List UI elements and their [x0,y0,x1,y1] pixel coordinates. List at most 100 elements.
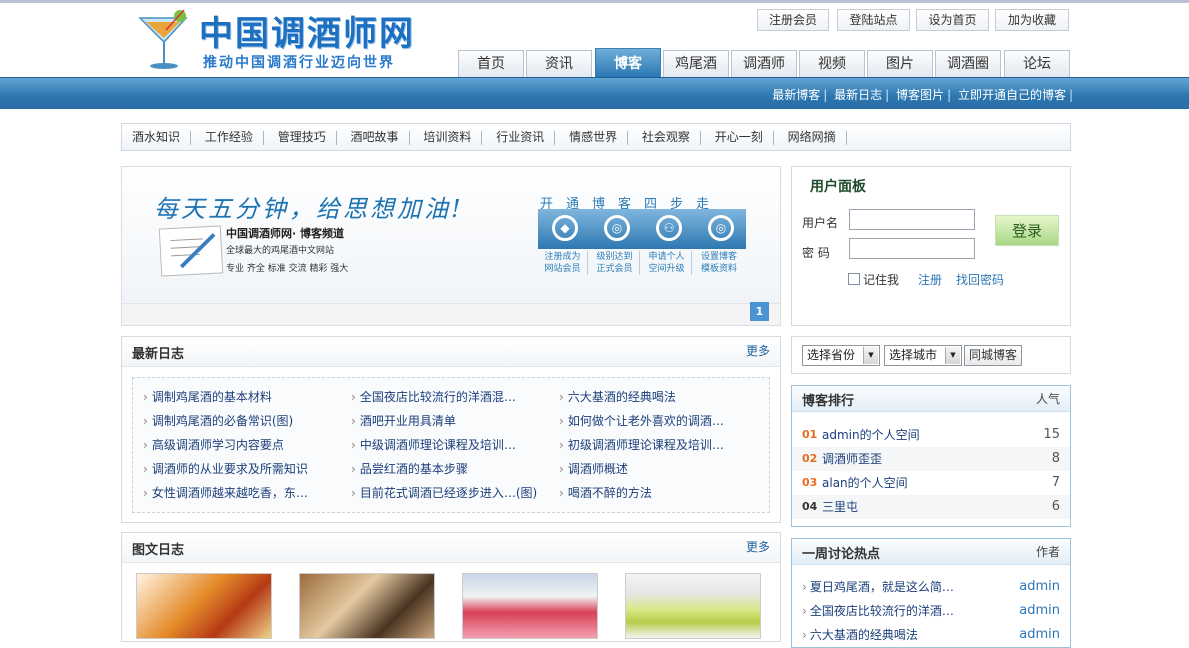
rank-name[interactable]: 调酒师歪歪 [822,447,882,471]
weekly-hot-panel: 一周讨论热点 作者 夏日鸡尾酒，就是这么简… admin 全国夜店比较流行的洋酒… [791,538,1071,648]
apply-step-icon: ⚇ [656,215,682,241]
rank-number: 02 [802,452,818,465]
remember-me[interactable]: 记住我 [848,271,899,288]
login-site-link[interactable]: 登陆站点 [837,9,910,31]
hot-author[interactable]: admin [1019,623,1060,647]
sublink-latest-blogs[interactable]: 最新博客 [769,86,823,103]
photo-thumbnail[interactable] [625,573,761,639]
hot-author[interactable]: admin [1019,599,1060,623]
remember-label: 记住我 [863,273,900,287]
add-favorite-link[interactable]: 加为收藏 [995,9,1069,31]
paper-pen-icon [158,225,224,277]
category-item[interactable]: 酒吧故事 [341,124,409,150]
rank-value: 8 [1051,451,1060,466]
remember-checkbox[interactable] [848,273,860,285]
rank-name[interactable]: admin的个人空间 [822,423,920,447]
register-link[interactable]: 注册 [918,271,942,288]
category-item[interactable]: 开心一刻 [705,124,773,150]
list-item[interactable]: 品尝红酒的基本步骤 [351,460,468,477]
list-item[interactable]: 中级调酒师理论课程及培训… [351,436,516,453]
city-blog-button[interactable]: 同城博客 [964,345,1022,366]
panel-header: 图文日志 更多 [122,533,780,563]
rank-number: 01 [802,428,818,441]
chevron-down-icon: ▼ [863,347,878,364]
register-step-icon: ◆ [552,215,578,241]
photo-thumbnail[interactable] [299,573,435,639]
more-link[interactable]: 更多 [746,342,770,359]
list-item[interactable]: 调酒师的从业要求及所需知识 [143,460,308,477]
nav-tab-pictures[interactable]: 图片 [867,50,933,77]
banner-page-button[interactable]: 1 [750,302,769,321]
list-item[interactable]: 全国夜店比较流行的洋酒混… [351,388,516,405]
list-item[interactable]: 初级调酒师理论课程及培训… [559,436,724,453]
photo-thumbnail[interactable] [462,573,598,639]
rank-name[interactable]: alan的个人空间 [822,471,908,495]
username-input[interactable] [849,209,975,230]
sublink-open-blog[interactable]: 立即开通自己的博客 [955,86,1069,103]
set-homepage-link[interactable]: 设为首页 [916,9,989,31]
hot-title[interactable]: 夏日鸡尾酒，就是这么简… [802,575,954,599]
nav-tab-home[interactable]: 首页 [458,50,524,77]
hot-row: 六大基酒的经典喝法 admin [792,623,1070,647]
site-logo[interactable]: 中国调酒师网 推动中国调酒行业迈向世界 [133,6,433,72]
list-item[interactable]: 高级调酒师学习内容要点 [143,436,284,453]
city-blog-selector: 选择省份 ▼ 选择城市 ▼ 同城博客 [791,336,1071,374]
login-button[interactable]: 登录 [995,215,1059,246]
latest-logs-panel: 最新日志 更多 调制鸡尾酒的基本材料 全国夜店比较流行的洋酒混… 六大基酒的经典… [121,336,781,523]
category-item[interactable]: 行业资讯 [486,124,554,150]
category-item[interactable]: 培训资料 [413,124,481,150]
user-panel: 用户面板 用户名 密 码 登录 记住我 注册 找回密码 [791,166,1071,326]
forgot-password-link[interactable]: 找回密码 [956,271,1004,288]
list-item[interactable]: 调制鸡尾酒的必备常识(图) [143,412,293,429]
list-item[interactable]: 如何做个让老外喜欢的调酒… [559,412,724,429]
category-item[interactable]: 网络网摘 [778,124,846,150]
nav-tab-blog[interactable]: 博客 [595,48,661,77]
category-item[interactable]: 情感世界 [559,124,627,150]
ranking-row: 01 admin的个人空间 15 [792,423,1070,447]
photo-logs-panel: 图文日志 更多 [121,532,781,642]
password-input[interactable] [849,238,975,259]
username-label: 用户名 [802,216,839,230]
column-label: 作者 [1035,545,1060,559]
category-item[interactable]: 酒水知识 [122,124,190,150]
province-select[interactable]: 选择省份 ▼ [802,345,880,366]
password-label: 密 码 [802,246,830,260]
hot-title[interactable]: 全国夜店比较流行的洋酒… [802,599,954,623]
list-item[interactable]: 调制鸡尾酒的基本材料 [143,388,272,405]
list-item[interactable]: 女性调酒师越来越吃香，东… [143,484,308,501]
list-item[interactable]: 喝酒不醉的方法 [559,484,652,501]
nav-tab-forum[interactable]: 论坛 [1004,50,1070,77]
banner-subtitle-1: 全球最大的鸡尾酒中文网站 [226,246,335,256]
photo-thumbnail[interactable] [136,573,272,639]
list-item[interactable]: 六大基酒的经典喝法 [559,388,676,405]
hot-title[interactable]: 六大基酒的经典喝法 [802,623,918,647]
top-border [0,0,1189,3]
banner-footer [122,303,780,325]
banner-slide: 每天五分钟，给思想加油! 中国调酒师网· 博客频道 全球最大的鸡尾酒中文网站 专… [122,167,780,303]
more-link[interactable]: 更多 [746,538,770,555]
nav-tab-video[interactable]: 视频 [799,50,865,77]
hot-author[interactable]: admin [1019,575,1060,599]
nav-tab-circle[interactable]: 调酒圈 [935,50,1001,77]
sublink-blog-pictures[interactable]: 博客图片 [893,86,947,103]
rank-number: 03 [802,476,818,489]
category-item[interactable]: 管理技巧 [268,124,336,150]
city-select[interactable]: 选择城市 ▼ [884,345,962,366]
register-member-link[interactable]: 注册会员 [757,9,829,31]
panel-title: 博客排行 [802,394,855,409]
nav-tab-cocktail[interactable]: 鸡尾酒 [663,50,729,77]
sublink-latest-logs[interactable]: 最新日志 [831,86,885,103]
site-title: 中国调酒师网 [199,14,415,54]
blog-ranking-panel: 博客排行 人气 01 admin的个人空间 15 02 调酒师歪歪 8 03 a… [791,385,1071,527]
nav-tab-news[interactable]: 资讯 [526,50,592,77]
log-list: 调制鸡尾酒的基本材料 全国夜店比较流行的洋酒混… 六大基酒的经典喝法 调制鸡尾酒… [132,377,770,513]
list-item[interactable]: 调酒师概述 [559,460,628,477]
settings-step-icon: ◎ [708,215,734,241]
category-item[interactable]: 工作经验 [195,124,263,150]
nav-tab-bartender[interactable]: 调酒师 [731,50,797,77]
category-item[interactable]: 社会观察 [632,124,700,150]
list-item[interactable]: 酒吧开业用具清单 [351,412,456,429]
rank-name[interactable]: 三里屯 [822,495,858,519]
list-item[interactable]: 目前花式调酒已经逐步进入…(图) [351,484,537,501]
blog-banner[interactable]: 每天五分钟，给思想加油! 中国调酒师网· 博客频道 全球最大的鸡尾酒中文网站 专… [121,166,781,326]
